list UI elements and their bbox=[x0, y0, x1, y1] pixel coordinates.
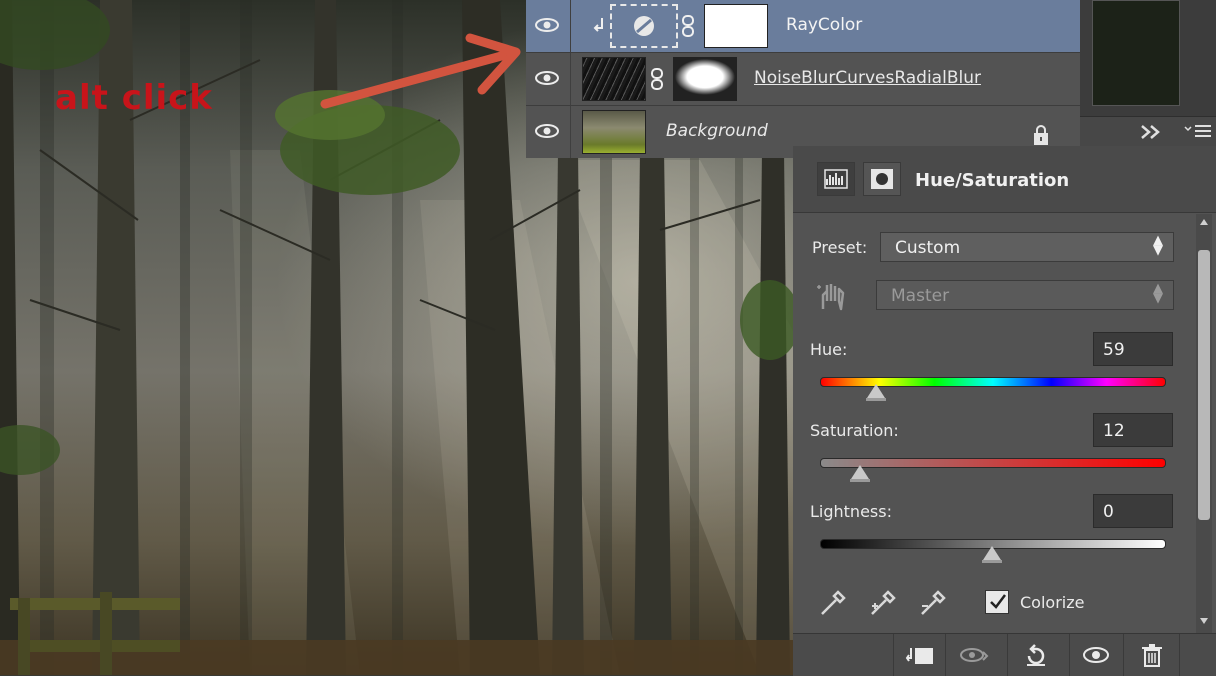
histogram-icon bbox=[824, 169, 848, 189]
hue-value-field[interactable]: 59 bbox=[1093, 332, 1173, 366]
visibility-eye-icon[interactable] bbox=[534, 120, 560, 142]
scroll-up-icon[interactable] bbox=[1199, 218, 1209, 226]
lightness-value-field[interactable]: 0 bbox=[1093, 494, 1173, 528]
channel-select[interactable]: Master ▲ ▼ bbox=[876, 280, 1174, 310]
layer-name[interactable]: Background bbox=[666, 121, 768, 141]
layers-panel: RayColor NoiseBlurCurvesRadialBlur Backg… bbox=[526, 0, 1090, 158]
navigator-thumbnail bbox=[1092, 0, 1180, 106]
lightness-label: Lightness: bbox=[810, 502, 892, 521]
panel-menu-icon[interactable] bbox=[1184, 123, 1212, 139]
adjustment-mode-button[interactable] bbox=[817, 162, 855, 196]
adjustment-thumbnail[interactable] bbox=[610, 4, 678, 48]
alt-click-annotation: alt click bbox=[55, 78, 213, 118]
checkmark-icon bbox=[990, 594, 1006, 609]
hue-slider-handle[interactable] bbox=[866, 384, 886, 401]
clip-arrow-icon bbox=[593, 18, 603, 32]
eyedropper-subtract-icon[interactable] bbox=[918, 586, 950, 618]
visibility-eye-icon[interactable] bbox=[534, 14, 560, 36]
channel-value: Master bbox=[891, 286, 950, 306]
panel-title: Hue/Saturation bbox=[915, 170, 1070, 191]
chain-link-icon[interactable] bbox=[650, 68, 664, 90]
divider bbox=[1123, 634, 1124, 676]
saturation-label: Saturation: bbox=[810, 421, 899, 440]
clip-to-layer-icon[interactable] bbox=[905, 642, 935, 668]
mask-icon bbox=[871, 169, 893, 189]
colorize-label: Colorize bbox=[1020, 593, 1085, 612]
lock-icon bbox=[1034, 125, 1048, 145]
layer-row-noiseblur[interactable]: NoiseBlurCurvesRadialBlur bbox=[526, 53, 1080, 106]
saturation-slider[interactable] bbox=[820, 458, 1166, 468]
saturation-slider-handle[interactable] bbox=[850, 465, 870, 482]
eyedropper-add-icon[interactable] bbox=[868, 586, 900, 618]
divider bbox=[1179, 634, 1180, 676]
lightness-slider-handle[interactable] bbox=[982, 546, 1002, 563]
properties-header: Hue/Saturation bbox=[793, 146, 1216, 213]
layer-row-raycolor[interactable]: RayColor bbox=[526, 0, 1080, 53]
layer-mask-thumbnail[interactable] bbox=[673, 57, 737, 101]
layer-name[interactable]: NoiseBlurCurvesRadialBlur bbox=[754, 68, 981, 88]
stepper-arrows-icon: ▲ ▼ bbox=[1153, 281, 1163, 306]
trash-icon[interactable] bbox=[1137, 642, 1167, 668]
layer-thumbnail[interactable] bbox=[582, 110, 646, 154]
view-previous-state-icon[interactable] bbox=[959, 642, 989, 668]
divider bbox=[893, 634, 894, 676]
saturation-value-field[interactable]: 12 bbox=[1093, 413, 1173, 447]
preset-value: Custom bbox=[895, 238, 961, 258]
layer-thumbnail[interactable] bbox=[582, 57, 646, 101]
stepper-arrows-icon: ▲ ▼ bbox=[1153, 233, 1163, 258]
collapse-panel-icon[interactable] bbox=[1140, 125, 1162, 139]
scroll-down-icon[interactable] bbox=[1199, 617, 1209, 625]
layer-mask-thumbnail[interactable] bbox=[704, 4, 768, 48]
targeted-adjustment-hand-icon[interactable] bbox=[815, 279, 851, 315]
layer-name[interactable]: RayColor bbox=[786, 15, 862, 35]
hue-saturation-icon bbox=[634, 16, 654, 36]
eyedropper-icon[interactable] bbox=[818, 586, 850, 618]
properties-toolbar bbox=[793, 633, 1216, 676]
preset-label: Preset: bbox=[812, 238, 868, 257]
divider bbox=[1007, 634, 1008, 676]
hue-label: Hue: bbox=[810, 340, 848, 359]
visibility-eye-icon[interactable] bbox=[534, 67, 560, 89]
properties-scroll-thumb[interactable] bbox=[1198, 250, 1210, 520]
reset-icon[interactable] bbox=[1021, 642, 1051, 668]
colorize-checkbox[interactable] bbox=[985, 590, 1009, 614]
preset-select[interactable]: Custom ▲ ▼ bbox=[880, 232, 1174, 262]
divider bbox=[1069, 634, 1070, 676]
divider bbox=[945, 634, 946, 676]
toggle-visibility-icon[interactable] bbox=[1081, 642, 1111, 668]
mask-mode-button[interactable] bbox=[863, 162, 901, 196]
chain-link-icon[interactable] bbox=[681, 15, 695, 37]
panel-tab-bar bbox=[1080, 116, 1216, 147]
